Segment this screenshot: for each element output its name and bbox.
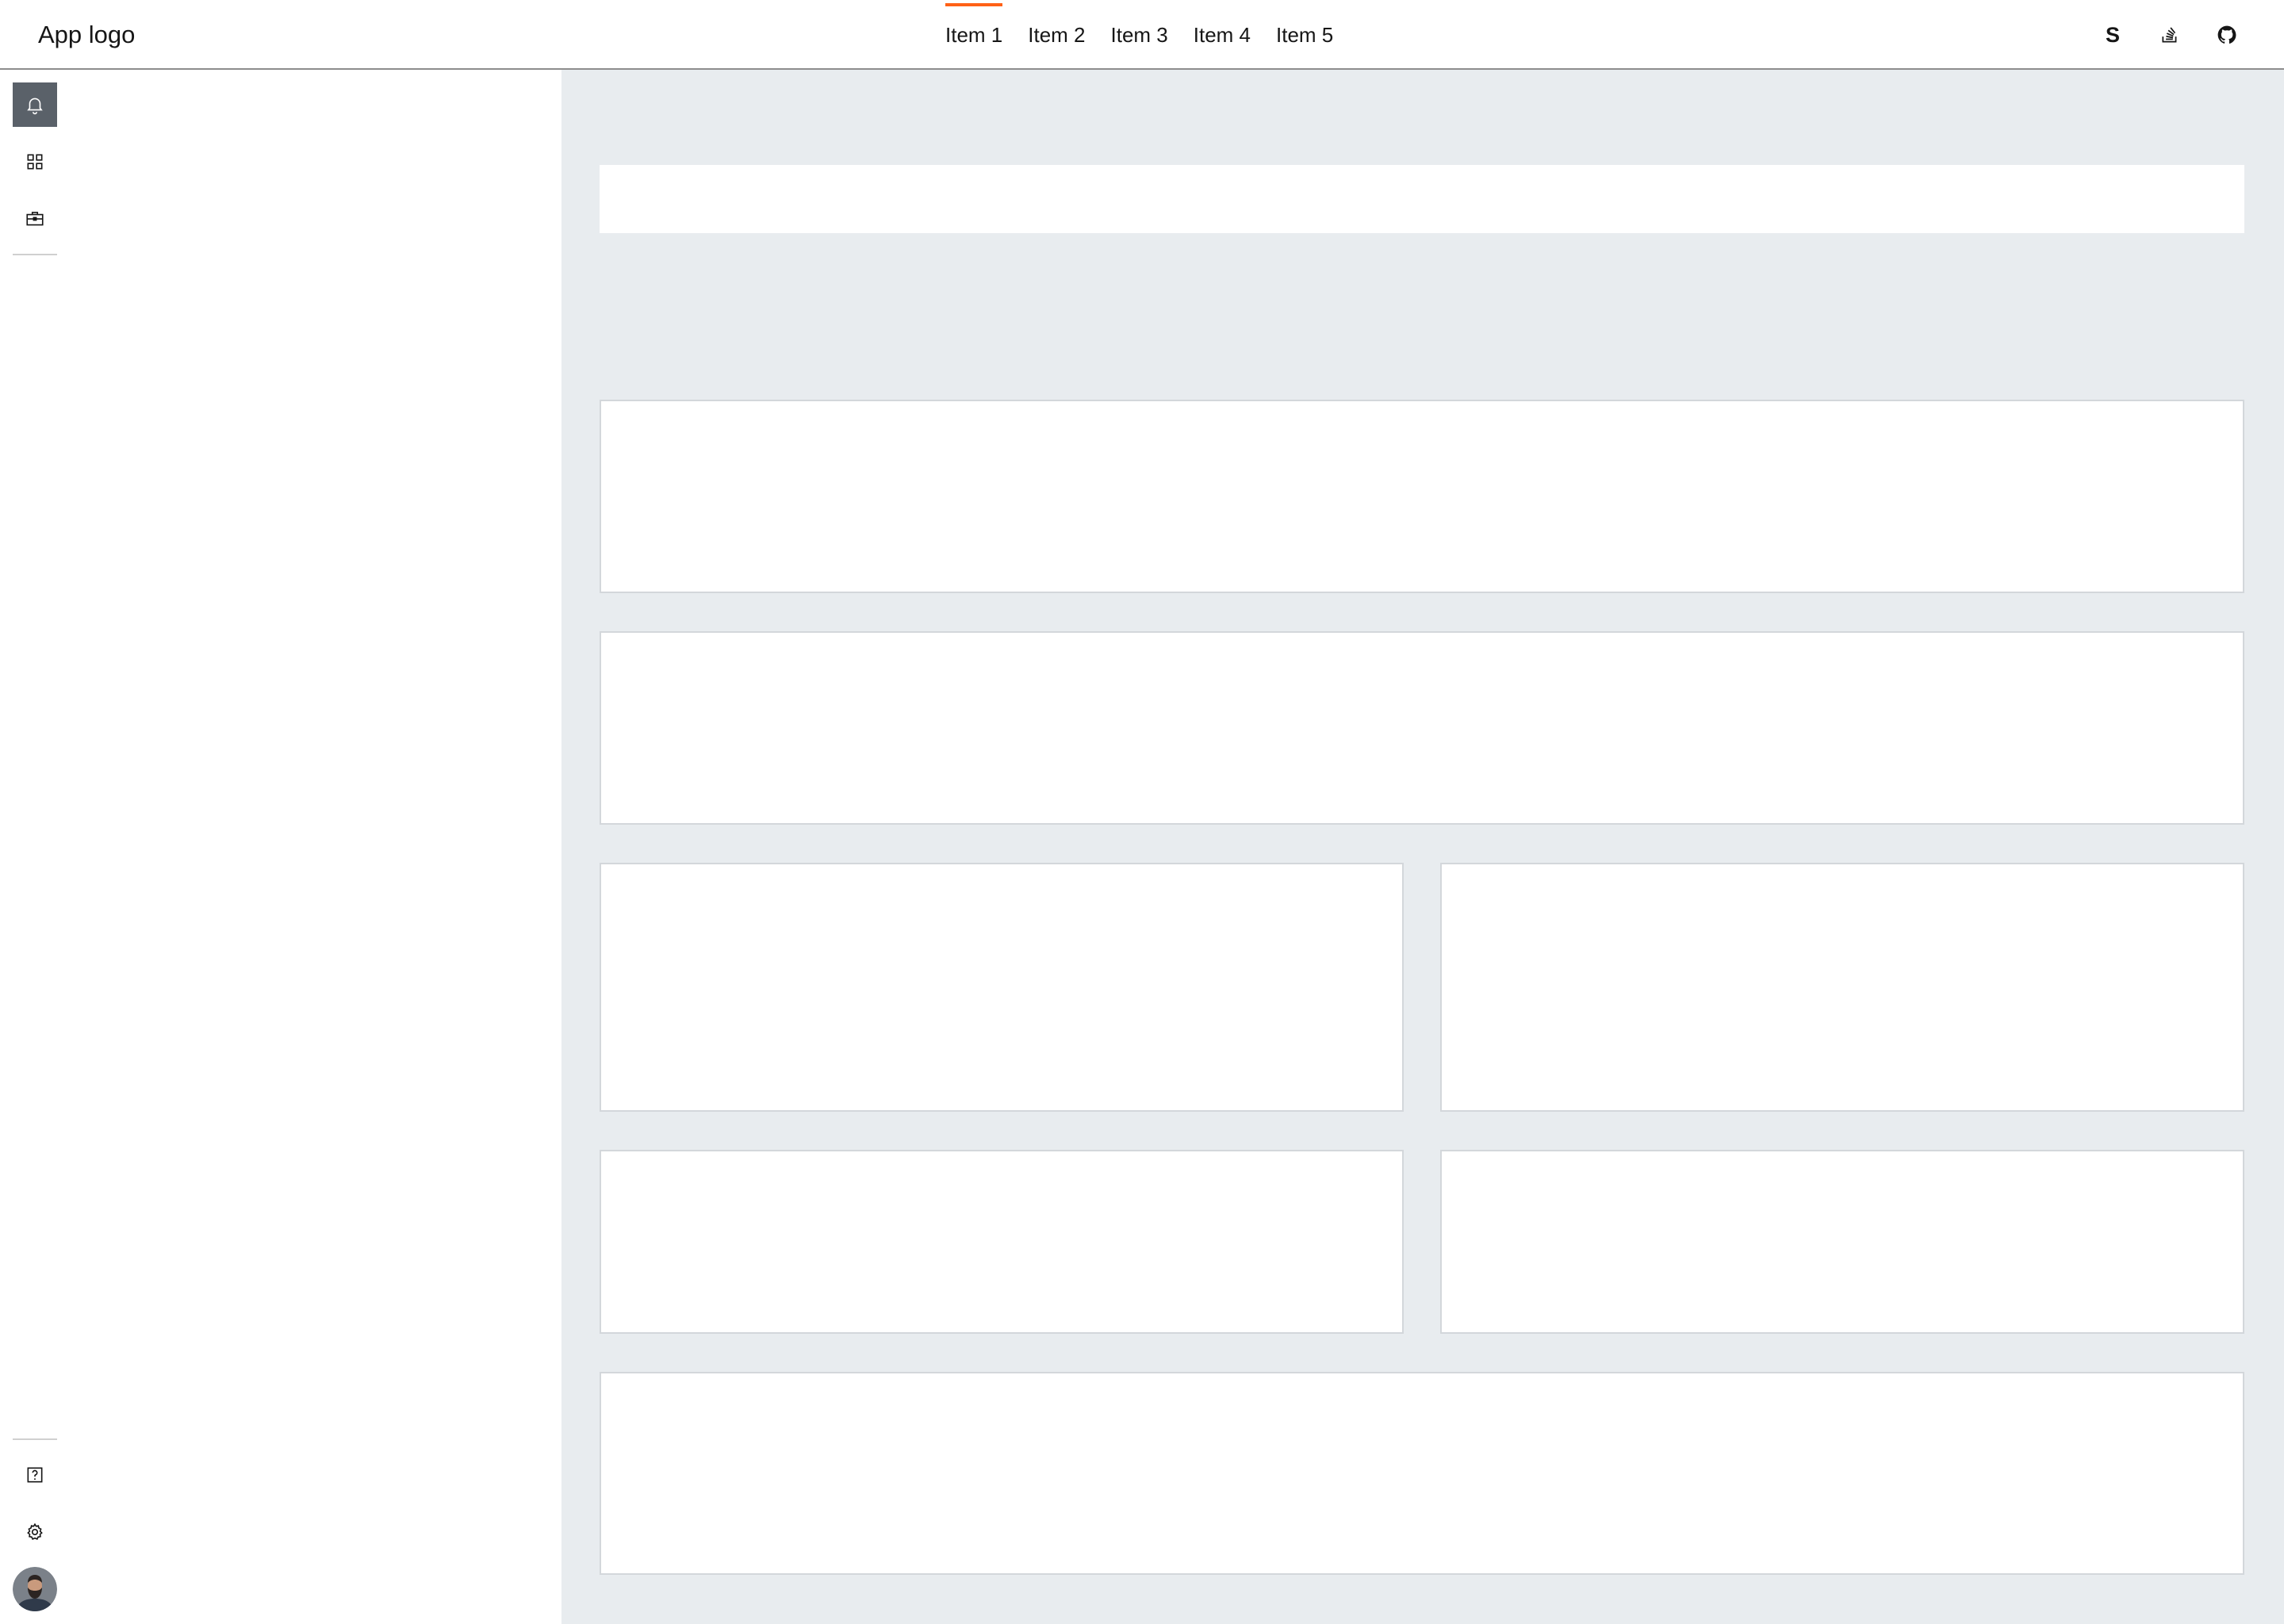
rail-divider xyxy=(13,1438,57,1440)
portfolio-button[interactable] xyxy=(13,197,57,241)
nav-item-label: Item 1 xyxy=(945,22,1003,47)
header-card xyxy=(600,165,2244,233)
grid-icon xyxy=(27,154,43,170)
rail-divider xyxy=(13,254,57,255)
nav-item-3[interactable]: Item 3 xyxy=(1098,0,1181,70)
nav-item-1[interactable]: Item 1 xyxy=(945,0,1015,70)
left-rail xyxy=(0,70,70,1624)
settings-icon xyxy=(27,1522,43,1540)
apps-button[interactable] xyxy=(13,140,57,184)
help-button[interactable] xyxy=(13,1453,57,1497)
main-content xyxy=(561,70,2284,1624)
briefcase-icon xyxy=(26,212,44,226)
notifications-button[interactable] xyxy=(13,82,57,127)
top-nav: Item 1 Item 2 Item 3 Item 4 Item 5 xyxy=(945,0,1346,70)
content-card-1 xyxy=(600,400,2244,593)
content-card-2 xyxy=(600,631,2244,825)
content-card-5 xyxy=(600,1150,1404,1334)
bell-icon xyxy=(27,98,43,115)
avatar[interactable] xyxy=(13,1567,57,1611)
settings-button[interactable] xyxy=(13,1510,57,1554)
nav-item-2[interactable]: Item 2 xyxy=(1015,0,1098,70)
side-panel xyxy=(70,70,561,1624)
content-card-3 xyxy=(600,863,1404,1112)
stack-overflow-icon[interactable] xyxy=(2157,17,2182,52)
nav-item-4[interactable]: Item 4 xyxy=(1181,0,1263,70)
github-icon[interactable] xyxy=(2214,17,2240,52)
content-card-6 xyxy=(1440,1150,2244,1334)
top-bar: App logo Item 1 Item 2 Item 3 Item 4 Ite… xyxy=(0,0,2284,70)
content-card-7 xyxy=(600,1372,2244,1575)
help-icon xyxy=(27,1467,43,1483)
s-icon[interactable]: S xyxy=(2100,17,2125,52)
nav-item-label: Item 4 xyxy=(1193,22,1251,47)
nav-item-5[interactable]: Item 5 xyxy=(1263,0,1346,70)
header-icons: S xyxy=(2100,17,2240,52)
nav-item-label: Item 5 xyxy=(1276,22,1334,47)
nav-item-label: Item 2 xyxy=(1028,22,1086,47)
content-card-4 xyxy=(1440,863,2244,1112)
s-icon-glyph: S xyxy=(2105,22,2120,47)
app-logo[interactable]: App logo xyxy=(38,19,135,51)
nav-item-label: Item 3 xyxy=(1110,22,1168,47)
